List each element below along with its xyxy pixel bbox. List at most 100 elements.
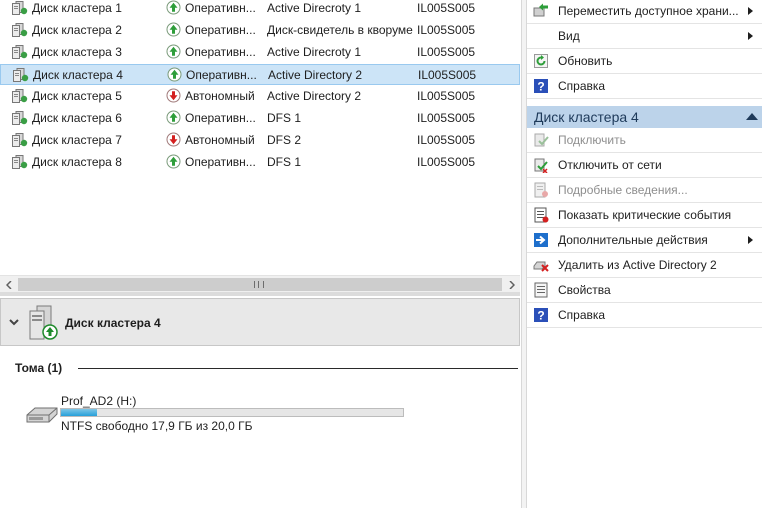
disk-assigned-to: DFS 1 [267, 155, 302, 169]
action-move-storage[interactable]: Переместить доступное храни... [527, 0, 762, 23]
action-remove[interactable]: Удалить из Active Directory 2 [527, 253, 762, 277]
actions-section-title: Диск кластера 4 [534, 109, 639, 125]
left-pane: Диск кластера 1 Оперативн... Active Direcr… [0, 0, 520, 508]
action-view[interactable]: Вид [527, 24, 762, 48]
action-details[interactable]: Подробные сведения... [527, 178, 762, 202]
online-status-icon [166, 0, 181, 15]
action-take-offline[interactable]: Отключить от сети [527, 153, 762, 177]
scroll-left-arrow[interactable] [0, 276, 17, 293]
disk-name: Диск кластера 2 [32, 23, 122, 37]
scroll-right-arrow[interactable] [503, 276, 520, 293]
volume-usage-bar [60, 408, 404, 417]
action-label: Отключить от сети [558, 158, 662, 172]
collapse-chevron-icon[interactable] [9, 317, 19, 327]
disk-status-cell: Автономный [166, 130, 264, 151]
disk-name: Диск кластера 7 [32, 133, 122, 147]
disk-row[interactable]: Диск кластера 2 Оперативн... Диск-свидетел… [0, 20, 520, 41]
help-icon: ? [533, 78, 549, 94]
online-status-icon [166, 154, 181, 169]
disk-row[interactable]: Диск кластера 8 Оперативн... DFS 1 IL005S00… [0, 152, 520, 173]
more-actions-icon [533, 232, 549, 248]
disk-status-cell: Автономный [166, 86, 264, 107]
disk-name: Диск кластера 3 [32, 45, 122, 59]
disk-row[interactable]: Диск кластера 7 Автономный DFS 2 IL005S005 [0, 130, 520, 151]
collapse-up-icon[interactable] [746, 113, 758, 120]
disk-name-cell: Диск кластера 8 [11, 152, 161, 173]
action-label: Справка [558, 79, 606, 93]
details-title: Диск кластера 4 [65, 316, 161, 330]
chevron-right-icon [508, 280, 515, 289]
cluster-disk-icon [12, 45, 28, 59]
action-label: Обновить [558, 54, 613, 68]
help-icon: ? [533, 307, 549, 323]
volume-name[interactable]: Prof_AD2 (H:) [61, 394, 136, 408]
horizontal-scrollbar[interactable] [0, 275, 520, 292]
disk-assigned-to: Active Direcroty 1 [267, 45, 362, 59]
cluster-disk-icon [12, 155, 28, 169]
details-header[interactable]: Диск кластера 4 [0, 298, 520, 346]
action-help[interactable]: ? Справка [527, 74, 762, 98]
disk-row[interactable]: Диск кластера 1 Оперативн... Active Direcr… [0, 0, 520, 19]
disk-assigned-to: Active Direcroty 1 [267, 1, 362, 15]
disk-name: Диск кластера 1 [32, 1, 122, 15]
action-label: Подключить [558, 133, 626, 147]
disk-owner-node: IL005S005 [417, 155, 476, 169]
disk-owner-node: IL005S005 [417, 89, 476, 103]
disk-owner-node: IL005S005 [417, 23, 476, 37]
action-label: Справка [558, 308, 606, 322]
offline-status-icon [166, 132, 181, 147]
disk-status: Автономный [185, 133, 255, 147]
action-separator [527, 327, 762, 328]
action-label: Дополнительные действия [558, 233, 708, 247]
scrollbar-grip [254, 281, 264, 288]
disk-row[interactable]: Диск кластера 5 Автономный Active Director… [0, 86, 520, 107]
disk-row[interactable]: Диск кластера 6 Оперативн... DFS 1 IL005S00… [0, 108, 520, 129]
action-more-actions[interactable]: Дополнительные действия [527, 228, 762, 252]
actions-section-header[interactable]: Диск кластера 4 [527, 106, 762, 128]
disk-status: Оперативн... [185, 1, 256, 15]
action-critical-events[interactable]: Показать критические события [527, 203, 762, 227]
move-storage-icon [533, 3, 549, 19]
disk-status-cell: Оперативн... [166, 108, 264, 129]
action-properties[interactable]: Свойства [527, 278, 762, 302]
cluster-disk-icon [12, 133, 28, 147]
disk-owner-node: IL005S005 [418, 68, 477, 82]
disk-owner-node: IL005S005 [417, 111, 476, 125]
disk-status-cell: Оперативн... [167, 65, 265, 86]
svg-text:?: ? [537, 309, 544, 323]
disk-name-cell: Диск кластера 2 [11, 20, 161, 41]
disk-assigned-to: Active Directory 2 [267, 89, 362, 103]
submenu-arrow-icon [748, 7, 753, 15]
disk-owner-node: IL005S005 [417, 133, 476, 147]
action-label: Подробные сведения... [558, 183, 688, 197]
disk-status: Оперативн... [185, 45, 256, 59]
disk-owner-node: IL005S005 [417, 45, 476, 59]
cluster-disk-icon [12, 23, 28, 37]
action-label: Свойства [558, 283, 611, 297]
submenu-arrow-icon [748, 236, 753, 244]
disk-status: Оперативн... [185, 23, 256, 37]
critical-events-icon [533, 207, 549, 223]
properties-icon [533, 282, 549, 298]
pane-splitter[interactable] [0, 292, 520, 296]
refresh-icon [533, 53, 549, 69]
disk-assigned-to: Диск-свидетель в кворуме [267, 23, 413, 37]
disk-row[interactable]: Диск кластера 4 Оперативн... Active Direct… [0, 64, 520, 85]
disk-name-cell: Диск кластера 7 [11, 130, 161, 151]
action-help[interactable]: ? Справка [527, 303, 762, 327]
disk-owner-node: IL005S005 [417, 1, 476, 15]
cluster-disk-icon [12, 111, 28, 125]
action-bring-online[interactable]: Подключить [527, 128, 762, 152]
disk-row[interactable]: Диск кластера 3 Оперативн... Active Direcr… [0, 42, 520, 63]
disk-name-cell: Диск кластера 1 [11, 0, 161, 19]
action-label: Показать критические события [558, 208, 732, 222]
cluster-disk-icon [13, 68, 29, 82]
disk-status: Оперативн... [186, 68, 257, 82]
online-status-icon [166, 44, 181, 59]
hard-drive-icon [26, 407, 58, 423]
take-offline-icon [533, 157, 549, 174]
action-refresh[interactable]: Обновить [527, 49, 762, 73]
scrollbar-thumb[interactable] [18, 278, 502, 291]
volume-usage-fill [61, 409, 97, 416]
disk-name: Диск кластера 5 [32, 89, 122, 103]
